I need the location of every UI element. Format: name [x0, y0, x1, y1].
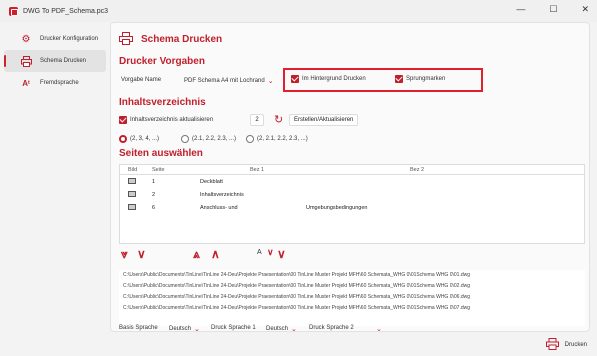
sidebar-item-label: Schema Drucken [40, 58, 87, 64]
radio-selected-icon [119, 135, 127, 143]
gear-icon: ⚙ [21, 33, 31, 45]
sidebar: ⚙ Drucker Konfiguration Schema Drucken A… [0, 22, 110, 356]
vorgabe-name-label: Vorgabe Name [121, 77, 162, 83]
hintergrund-drucken-checkbox[interactable]: Im Hintergrund Drucken [291, 75, 366, 83]
erstellen-button[interactable]: Erstellen/Aktualisieren [289, 114, 359, 126]
move-to-bottom-icon[interactable]: ⩔ [121, 247, 128, 262]
inhaltsverzeichnis-aktualisieren-checkbox[interactable]: Inhaltsverzeichnis aktualisieren [119, 116, 213, 124]
list-item[interactable]: C:\Users\Public\Documents\TinLine\TinLin… [119, 303, 585, 314]
main-panel: Schema Drucken Drucker Vorgaben Vorgabe … [110, 22, 590, 333]
radio-unselected-icon [246, 135, 254, 143]
seiten-auswaehlen-heading: Seiten auswählen [119, 148, 203, 159]
close-button[interactable]: ✕ [581, 4, 589, 15]
sidebar-item-schema-drucken[interactable]: Schema Drucken [4, 50, 106, 72]
basis-sprache-label: Basis Sprache [119, 325, 158, 331]
radio-unselected-icon [181, 135, 189, 143]
table-row[interactable]: 2 Inhaltsverzeichnis [120, 188, 584, 201]
chevron-down-icon: ⌄ [267, 78, 274, 85]
sort-icon[interactable]: A [257, 249, 262, 256]
count-input[interactable]: 2 [250, 114, 264, 126]
checkbox-checked-icon [291, 75, 299, 83]
list-item[interactable]: C:\Users\Public\Documents\TinLine\TinLin… [119, 270, 585, 281]
page-thumbnail-icon [128, 190, 136, 197]
checkbox-checked-icon [395, 75, 403, 83]
move-to-top-icon[interactable]: ⩓ [193, 247, 200, 262]
printer-icon [20, 55, 32, 67]
table-row[interactable]: 1 Deckblatt [120, 175, 584, 188]
window-title: DWG To PDF_Schema.pc3 [23, 7, 109, 15]
sidebar-item-label: Fremdsprache [40, 80, 79, 86]
list-item[interactable]: C:\Users\Public\Documents\TinLine\TinLin… [119, 292, 585, 303]
drucker-vorgaben-heading: Drucker Vorgaben [119, 56, 205, 67]
vorgabe-name-select[interactable]: PDF Schema A4 mit Lochrand ⌄ [184, 77, 274, 85]
page-thumbnail-icon [128, 203, 136, 210]
sidebar-item-fremdsprache[interactable]: Aᵗ Fremdsprache [0, 72, 110, 94]
printer-icon [545, 338, 559, 352]
title-bar: DWG To PDF_Schema.pc3 — ☐ ✕ [0, 0, 597, 22]
druck-sprache-1-label: Druck Sprache 1 [211, 325, 256, 331]
inhaltsverzeichnis-heading: Inhaltsverzeichnis [119, 97, 206, 108]
radio-option-2[interactable]: (2.1, 2.2, 2.3, ...) [181, 135, 236, 143]
sprungmarken-checkbox[interactable]: Sprungmarken [395, 75, 445, 83]
table-row[interactable]: 6 Anschluss- und Umgebungsbedingungen [120, 201, 584, 214]
list-item[interactable]: C:\Users\Public\Documents\TinLine\TinLin… [119, 281, 585, 292]
refresh-icon[interactable]: ↻ [274, 113, 283, 126]
maximize-button[interactable]: ☐ [549, 4, 557, 15]
move-up-icon[interactable]: ∧ [211, 247, 220, 261]
page-thumbnail-icon [128, 177, 136, 184]
sidebar-item-drucker-konfiguration[interactable]: ⚙ Drucker Konfiguration [0, 28, 110, 50]
sort-chevron-icon[interactable]: ∨ [277, 247, 286, 261]
radio-option-3[interactable]: (2, 2.1, 2.2, 2.3, ...) [246, 135, 308, 143]
drucken-button[interactable]: Drucken [545, 338, 587, 352]
radio-option-1[interactable]: (2, 3, 4, ...) [119, 135, 159, 143]
translate-icon: Aᵗ [22, 78, 30, 88]
move-down-icon[interactable]: ∨ [137, 247, 146, 261]
bottom-bar: Drucken [110, 332, 597, 356]
file-list: C:\Users\Public\Documents\TinLine\TinLin… [119, 270, 585, 326]
printer-icon [119, 32, 133, 47]
page-title: Schema Drucken [141, 34, 223, 45]
druck-sprache-2-label: Druck Sprache 2 [309, 325, 354, 331]
checkbox-checked-icon [119, 116, 127, 124]
app-logo-icon [9, 6, 18, 16]
table-header: Bild Seite Bez 1 Bez 2 [120, 165, 584, 175]
sort-down-icon[interactable]: ∨ [267, 247, 274, 258]
minimize-button[interactable]: — [516, 4, 525, 15]
pages-table: Bild Seite Bez 1 Bez 2 1 Deckblatt 2 Inh… [119, 164, 585, 244]
sidebar-item-label: Drucker Konfiguration [40, 36, 99, 42]
